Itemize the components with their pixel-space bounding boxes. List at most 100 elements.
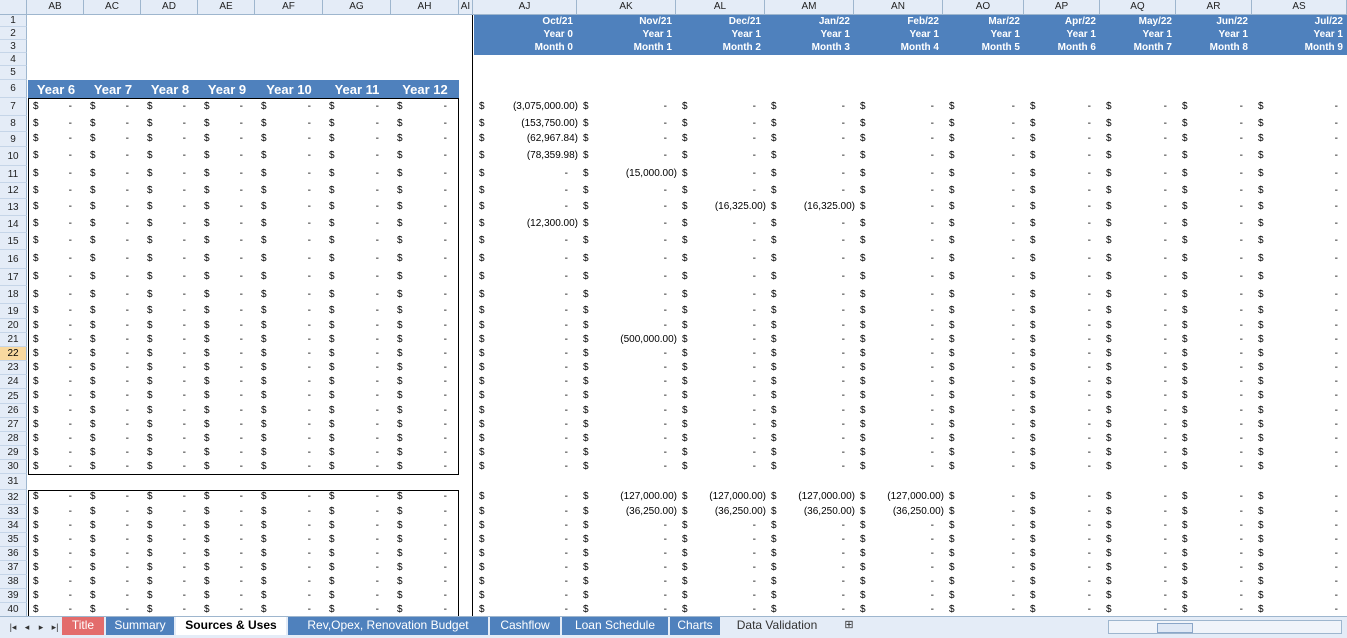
- row-header-15[interactable]: 15: [0, 233, 27, 250]
- cell-value-aq30: -: [1163, 461, 1167, 472]
- row-header-10[interactable]: 10: [0, 147, 27, 166]
- spreadsheet-grid[interactable]: AB AC AD AE AF AG AH AI AJ AK AL AM AN AO AP AQ AR AS 1 2 3 4…: [0, 0, 1347, 616]
- currency-symbol: $: [147, 548, 153, 559]
- row-header-20[interactable]: 20: [0, 319, 27, 333]
- sheet-tab-rev-opex-renovation-budget[interactable]: Rev,Opex, Renovation Budget: [288, 617, 488, 635]
- cell-value-an33: (36,250.00): [892, 506, 944, 517]
- column-header-an[interactable]: AN: [854, 0, 943, 15]
- horizontal-scrollbar[interactable]: [1108, 620, 1342, 634]
- column-header-af[interactable]: AF: [255, 0, 323, 15]
- row-header-2[interactable]: 2: [0, 27, 27, 40]
- currency-symbol: $: [329, 185, 335, 196]
- currency-symbol: $: [147, 461, 153, 472]
- row-header-21[interactable]: 21: [0, 333, 27, 347]
- currency-symbol: $: [33, 133, 39, 144]
- row-header-39[interactable]: 39: [0, 589, 27, 603]
- row-header-30[interactable]: 30: [0, 460, 27, 474]
- sheet-tab-data-validation[interactable]: Data Validation: [722, 617, 832, 635]
- last-sheet-nav-icon[interactable]: ▸|: [50, 621, 60, 633]
- row-header-8[interactable]: 8: [0, 116, 27, 132]
- cell-value: -: [307, 201, 311, 212]
- row-header-33[interactable]: 33: [0, 505, 27, 519]
- sheet-tab-summary[interactable]: Summary: [106, 617, 174, 635]
- row-header-4[interactable]: 4: [0, 53, 27, 66]
- cell-value-am28: -: [841, 433, 845, 444]
- next-sheet-nav-icon[interactable]: ▸: [36, 621, 46, 633]
- row-header-25[interactable]: 25: [0, 389, 27, 404]
- row-header-17[interactable]: 17: [0, 269, 27, 286]
- sheet-tab-sources-uses[interactable]: Sources & Uses: [176, 617, 286, 635]
- row-header-29[interactable]: 29: [0, 446, 27, 460]
- column-header-am[interactable]: AM: [765, 0, 854, 15]
- row-header-23[interactable]: 23: [0, 361, 27, 375]
- cell-value-ak29: -: [663, 447, 667, 458]
- column-header-ag[interactable]: AG: [323, 0, 391, 15]
- cell-value-al21: -: [752, 334, 756, 345]
- row-header-37[interactable]: 37: [0, 561, 27, 575]
- row-header-18[interactable]: 18: [0, 286, 27, 304]
- row-header-26[interactable]: 26: [0, 404, 27, 418]
- row-header-11[interactable]: 11: [0, 166, 27, 183]
- prev-sheet-nav-icon[interactable]: ◂: [22, 621, 32, 633]
- row-header-19[interactable]: 19: [0, 304, 27, 319]
- cell-value: -: [68, 562, 72, 573]
- column-header-ak[interactable]: AK: [577, 0, 676, 15]
- column-header-aq[interactable]: AQ: [1100, 0, 1176, 15]
- insert-sheet-icon[interactable]: ⊞: [838, 617, 860, 635]
- row-header-24[interactable]: 24: [0, 375, 27, 389]
- currency-symbol: $: [479, 101, 485, 112]
- currency-symbol: $: [1030, 390, 1036, 401]
- cell-value: -: [307, 604, 311, 615]
- month-header-month-al: Month 2: [722, 42, 761, 53]
- sheet-tab-cashflow[interactable]: Cashflow: [490, 617, 560, 635]
- sheet-tab-loan-schedule[interactable]: Loan Schedule: [562, 617, 668, 635]
- first-sheet-nav-icon[interactable]: |◂: [8, 621, 18, 633]
- column-header-ae[interactable]: AE: [198, 0, 255, 15]
- row-header-5[interactable]: 5: [0, 66, 27, 80]
- row-header-31[interactable]: 31: [0, 474, 27, 490]
- row-header-38[interactable]: 38: [0, 575, 27, 589]
- column-header-ar[interactable]: AR: [1176, 0, 1252, 15]
- row-header-28[interactable]: 28: [0, 432, 27, 446]
- row-header-6[interactable]: 6: [0, 80, 27, 98]
- cell-value-aq37: -: [1163, 562, 1167, 573]
- column-header-as[interactable]: AS: [1252, 0, 1347, 15]
- select-all-corner[interactable]: [0, 0, 27, 15]
- row-header-3[interactable]: 3: [0, 40, 27, 53]
- currency-symbol: $: [682, 150, 688, 161]
- row-header-13[interactable]: 13: [0, 199, 27, 216]
- currency-symbol: $: [479, 548, 485, 559]
- column-header-ad[interactable]: AD: [141, 0, 198, 15]
- sheet-tab-title[interactable]: Title: [62, 617, 104, 635]
- sheet-tab-charts[interactable]: Charts: [670, 617, 720, 635]
- row-header-1[interactable]: 1: [0, 15, 27, 27]
- row-header-40[interactable]: 40: [0, 603, 27, 616]
- column-header-ac[interactable]: AC: [84, 0, 141, 15]
- row-header-32[interactable]: 32: [0, 490, 27, 505]
- currency-symbol: $: [397, 461, 403, 472]
- row-header-7[interactable]: 7: [0, 98, 27, 116]
- currency-symbol: $: [261, 562, 267, 573]
- row-header-16[interactable]: 16: [0, 250, 27, 269]
- cell-value: -: [307, 419, 311, 430]
- row-header-14[interactable]: 14: [0, 216, 27, 233]
- column-header-ah[interactable]: AH: [391, 0, 459, 15]
- row-header-27[interactable]: 27: [0, 418, 27, 432]
- column-header-ao[interactable]: AO: [943, 0, 1024, 15]
- column-header-al[interactable]: AL: [676, 0, 765, 15]
- cell-value-as13: -: [1334, 201, 1338, 212]
- row-header-35[interactable]: 35: [0, 533, 27, 547]
- column-header-ai[interactable]: AI: [459, 0, 473, 15]
- row-header-22[interactable]: 22: [0, 347, 27, 361]
- column-header-ap[interactable]: AP: [1024, 0, 1100, 15]
- currency-symbol: $: [397, 376, 403, 387]
- column-header-aj[interactable]: AJ: [473, 0, 577, 15]
- row-header-34[interactable]: 34: [0, 519, 27, 533]
- cell-value: -: [239, 604, 243, 615]
- cell-value-am20: -: [841, 320, 845, 331]
- column-header-ab[interactable]: AB: [27, 0, 84, 15]
- scrollbar-thumb[interactable]: [1157, 623, 1193, 633]
- row-header-9[interactable]: 9: [0, 132, 27, 147]
- row-header-36[interactable]: 36: [0, 547, 27, 561]
- row-header-12[interactable]: 12: [0, 183, 27, 199]
